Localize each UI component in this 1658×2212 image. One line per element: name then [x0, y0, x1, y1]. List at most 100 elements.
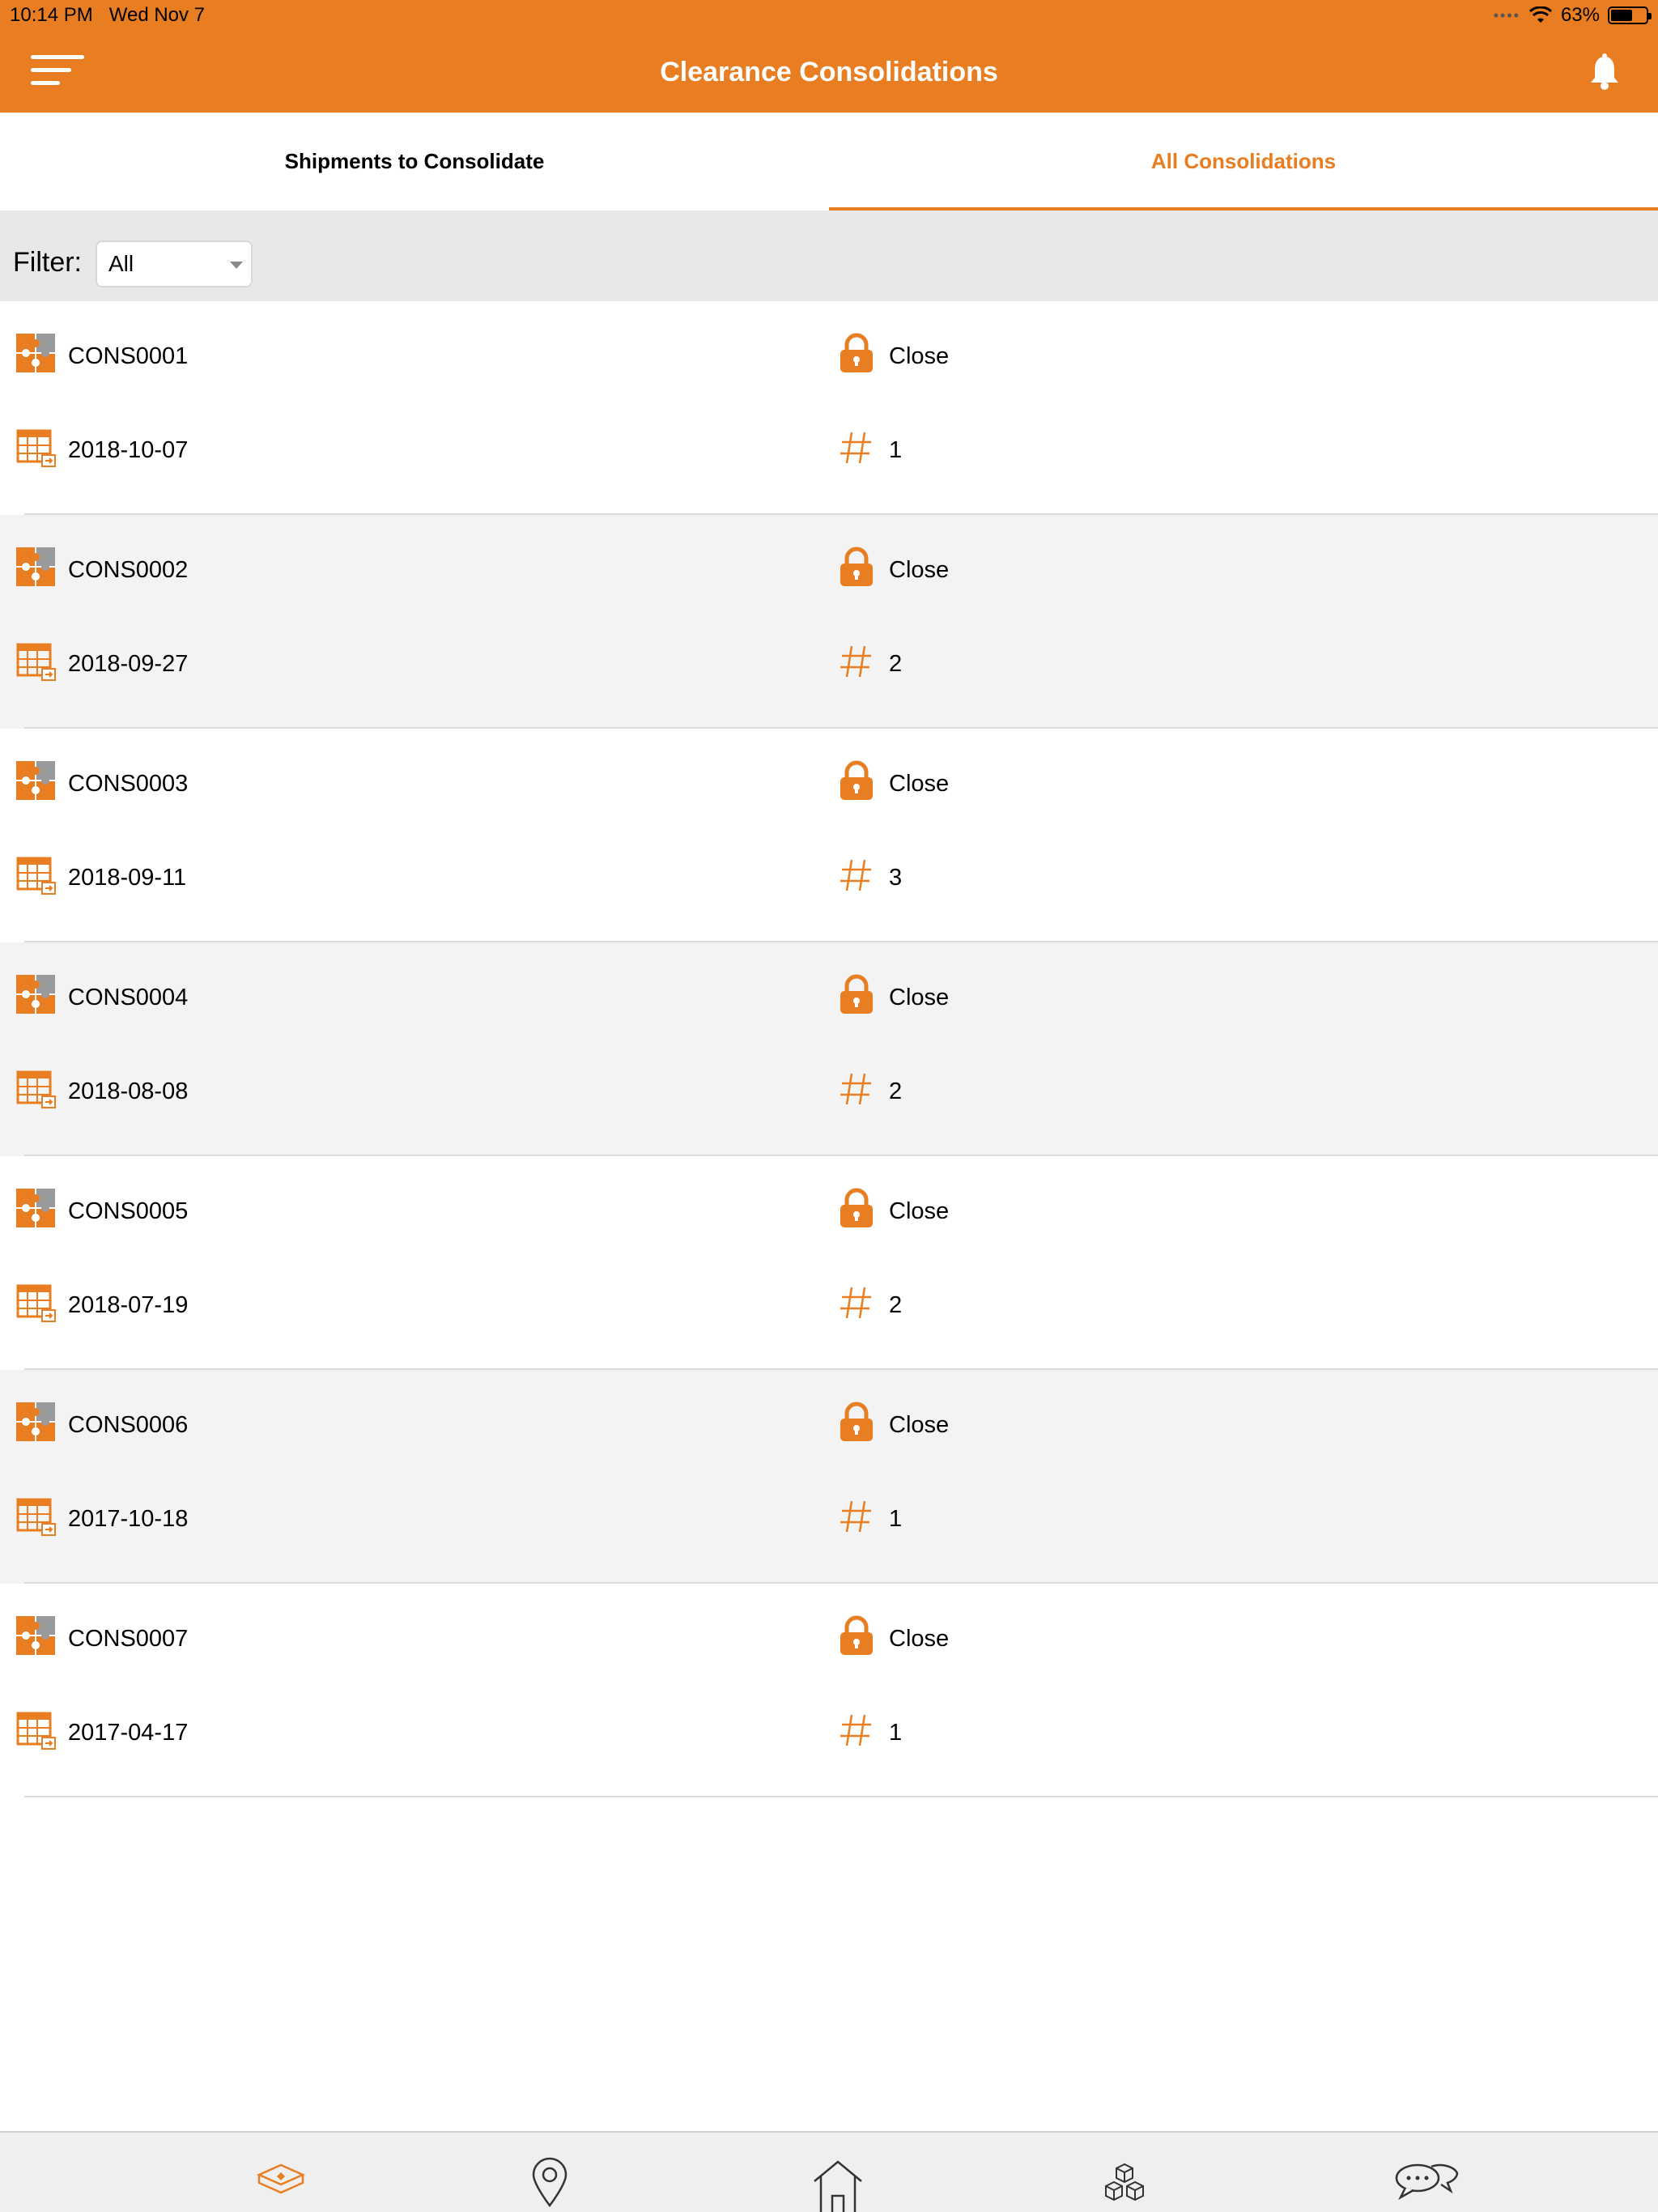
status-indicators: •••• 63% — [1493, 4, 1652, 27]
puzzle-icon — [15, 1187, 68, 1236]
row-divider — [24, 1796, 1658, 1797]
calendar-icon — [15, 1708, 68, 1757]
page-title: Clearance Consolidations — [660, 57, 998, 87]
consolidation-count: 2 — [835, 640, 902, 688]
hash-icon — [835, 853, 889, 902]
bottom-tab-bar — [0, 2131, 1658, 2212]
chevron-down-icon — [230, 262, 243, 269]
battery-icon — [1608, 6, 1652, 24]
hash-icon — [835, 640, 889, 688]
hash-icon — [835, 426, 889, 474]
top-app-bar: 10:14 PM Wed Nov 7 •••• 63% Clearance Co… — [0, 0, 1658, 113]
consolidation-date-text: 2017-10-18 — [68, 1505, 189, 1532]
consolidation-date: 2017-04-17 — [15, 1708, 188, 1757]
consolidation-count: 1 — [835, 1495, 902, 1543]
tab-label: Shipments to Consolidate — [284, 149, 545, 173]
consolidation-date-text: 2017-04-17 — [68, 1719, 189, 1746]
consolidation-id: CONS0004 — [15, 973, 188, 1022]
consolidation-status-text: Close — [889, 1625, 950, 1652]
puzzle-icon — [15, 546, 68, 594]
list-item[interactable]: CONS0002 2018-09-27 Close 2 — [0, 515, 1658, 729]
tab-all-consolidations[interactable]: All Consolidations — [829, 113, 1658, 211]
tab-shipments-to-consolidate[interactable]: Shipments to Consolidate — [0, 113, 829, 211]
list-item[interactable]: CONS0005 2018-07-19 Close 2 — [0, 1156, 1658, 1370]
consolidation-status-text: Close — [889, 342, 950, 369]
consolidation-id: CONS0001 — [15, 332, 188, 381]
packages-icon[interactable] — [1096, 2155, 1153, 2212]
consolidation-count: 1 — [835, 426, 902, 474]
chat-icon[interactable] — [1391, 2155, 1464, 2212]
consolidation-id: CONS0002 — [15, 546, 188, 594]
consolidation-id-text: CONS0007 — [68, 1625, 189, 1652]
puzzle-icon — [15, 1401, 68, 1449]
lock-icon — [835, 332, 889, 381]
signal-icon: •••• — [1493, 6, 1520, 23]
consolidation-status-text: Close — [889, 984, 950, 1010]
consolidation-date-text: 2018-08-08 — [68, 1078, 189, 1104]
status-time: 10:14 PM Wed Nov 7 — [10, 4, 206, 26]
filter-value: All — [108, 251, 134, 276]
status-bar: 10:14 PM Wed Nov 7 •••• 63% — [0, 0, 1658, 32]
consolidation-id-text: CONS0002 — [68, 556, 189, 583]
shipment-box-icon[interactable] — [253, 2155, 309, 2212]
calendar-icon — [15, 1281, 68, 1329]
consolidation-id-text: CONS0006 — [68, 1411, 189, 1438]
consolidation-count: 2 — [835, 1281, 902, 1329]
consolidation-count: 2 — [835, 1067, 902, 1116]
lock-icon — [835, 1614, 889, 1663]
consolidation-id-text: CONS0003 — [68, 770, 189, 797]
consolidation-id: CONS0007 — [15, 1614, 188, 1663]
consolidation-count: 3 — [835, 853, 902, 902]
battery-level — [1611, 10, 1632, 21]
consolidation-status-text: Close — [889, 1411, 950, 1438]
hash-icon — [835, 1495, 889, 1543]
tab-label: All Consolidations — [1150, 149, 1337, 173]
consolidation-id-text: CONS0005 — [68, 1197, 189, 1224]
calendar-icon — [15, 640, 68, 688]
filter-label: Filter: — [13, 247, 82, 278]
list-item[interactable]: CONS0001 2018-10-07 Close 1 — [0, 301, 1658, 515]
consolidation-date-text: 2018-09-27 — [68, 650, 189, 677]
puzzle-icon — [15, 1614, 68, 1663]
consolidation-status: Close — [835, 1614, 949, 1663]
puzzle-icon — [15, 759, 68, 808]
lock-icon — [835, 1401, 889, 1449]
list-item[interactable]: CONS0004 2018-08-08 Close 2 — [0, 942, 1658, 1156]
consolidation-date: 2017-10-18 — [15, 1495, 188, 1543]
consolidation-date: 2018-10-07 — [15, 426, 188, 474]
lock-icon — [835, 973, 889, 1022]
filter-dropdown[interactable]: All — [96, 240, 253, 287]
consolidation-date-text: 2018-07-19 — [68, 1291, 189, 1318]
consolidation-status: Close — [835, 1401, 949, 1449]
hash-icon — [835, 1281, 889, 1329]
bell-icon[interactable] — [1588, 53, 1621, 91]
consolidation-count-text: 1 — [889, 1505, 903, 1532]
status-date: Wed Nov 7 — [108, 4, 206, 26]
consolidation-date: 2018-09-27 — [15, 640, 188, 688]
location-pin-icon[interactable] — [521, 2155, 578, 2212]
consolidation-status-text: Close — [889, 770, 950, 797]
consolidation-status-text: Close — [889, 1197, 950, 1224]
consolidation-status: Close — [835, 546, 949, 594]
consolidation-status: Close — [835, 332, 949, 381]
consolidation-id: CONS0006 — [15, 1401, 188, 1449]
segment-tabs: Shipments to Consolidate All Consolidati… — [0, 113, 1658, 211]
consolidation-id-text: CONS0001 — [68, 342, 189, 369]
list-item[interactable]: CONS0007 2017-04-17 Close 1 — [0, 1584, 1658, 1797]
puzzle-icon — [15, 332, 68, 381]
consolidation-date: 2018-09-11 — [15, 853, 186, 902]
consolidation-date-text: 2018-10-07 — [68, 436, 189, 463]
consolidation-status: Close — [835, 973, 949, 1022]
hash-icon — [835, 1708, 889, 1757]
consolidation-status: Close — [835, 1187, 949, 1236]
list-item[interactable]: CONS0006 2017-10-18 Close 1 — [0, 1370, 1658, 1584]
battery-percent: 63% — [1560, 4, 1600, 26]
consolidation-count-text: 3 — [889, 864, 903, 891]
consolidation-count: 1 — [835, 1708, 902, 1757]
home-icon[interactable] — [810, 2155, 866, 2212]
calendar-icon — [15, 1067, 68, 1116]
consolidation-status-text: Close — [889, 556, 950, 583]
consolidation-date-text: 2018-09-11 — [68, 864, 187, 891]
list-item[interactable]: CONS0003 2018-09-11 Close 3 — [0, 729, 1658, 942]
consolidation-date: 2018-08-08 — [15, 1067, 188, 1116]
